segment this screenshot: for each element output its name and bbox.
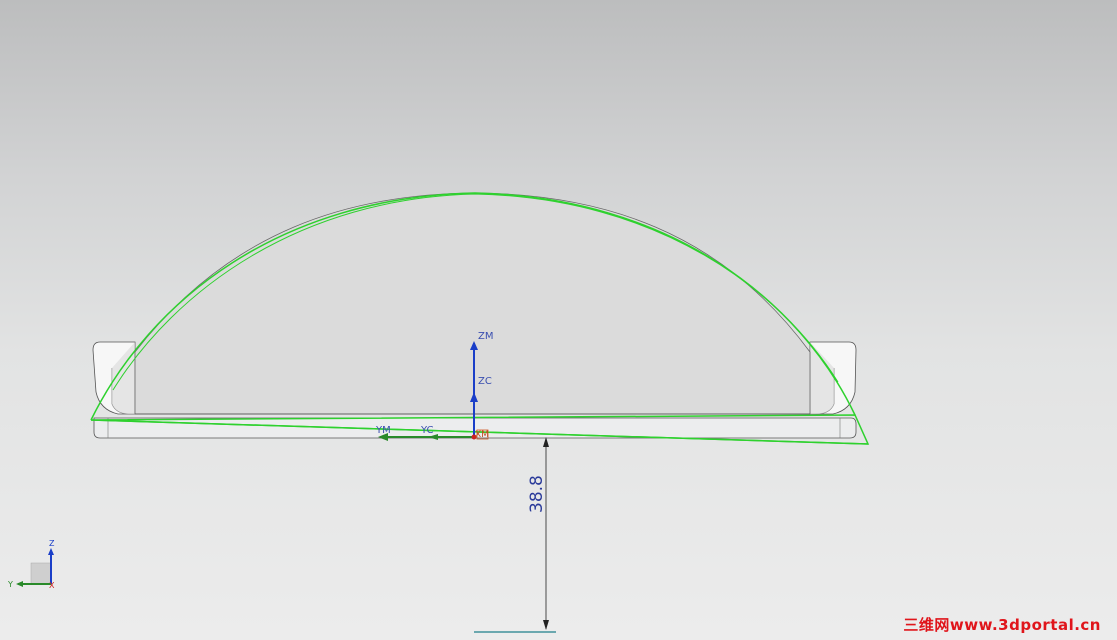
dome-surface[interactable] xyxy=(134,192,811,415)
linear-dimension[interactable]: 38.8 xyxy=(474,437,556,633)
triad-plane xyxy=(30,562,52,585)
graphics-viewport[interactable]: ZM ZC YM YC XM 38.8 Z Y X xyxy=(0,0,1117,640)
ym-label: YM xyxy=(375,425,391,436)
dimension-arrow-bottom xyxy=(543,620,549,630)
zc-label: ZC xyxy=(478,376,492,387)
xm-label: XM xyxy=(475,430,489,440)
triad-y-arrow xyxy=(16,581,23,587)
triad-x-label: X xyxy=(49,581,55,590)
triad-z-label: Z xyxy=(49,539,55,548)
watermark: 三维网www.3dportal.cn xyxy=(903,616,1101,634)
dimension-arrow-top xyxy=(543,437,549,447)
dimension-value[interactable]: 38.8 xyxy=(527,475,547,513)
view-triad[interactable]: Z Y X xyxy=(7,539,55,590)
triad-y-label: Y xyxy=(7,580,13,589)
yc-label: YC xyxy=(420,425,434,436)
triad-z-arrow xyxy=(48,548,54,555)
zm-label: ZM xyxy=(478,331,493,342)
